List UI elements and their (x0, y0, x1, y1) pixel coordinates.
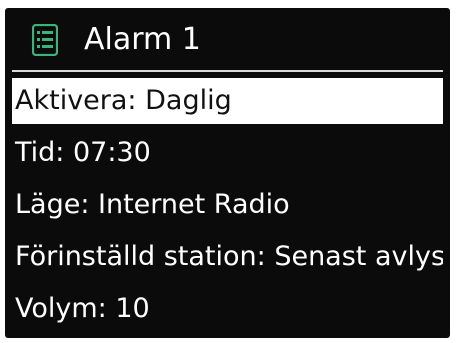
menu-item-preset-station[interactable]: Förinställd station: Senast avlyssnad (12, 234, 443, 280)
menu-item-mode[interactable]: Läge: Internet Radio (12, 182, 443, 228)
list-icon (31, 23, 59, 57)
header-divider (12, 70, 443, 72)
page-title: Alarm 1 (84, 22, 201, 57)
alarm-settings-screen: Alarm 1 Aktivera: Daglig Tid: 07:30 Läge… (5, 8, 450, 338)
menu-item-volume[interactable]: Volym: 10 (12, 286, 443, 332)
header: Alarm 1 (5, 8, 450, 70)
menu-item-activate[interactable]: Aktivera: Daglig (12, 78, 443, 124)
menu-item-time[interactable]: Tid: 07:30 (12, 130, 443, 176)
